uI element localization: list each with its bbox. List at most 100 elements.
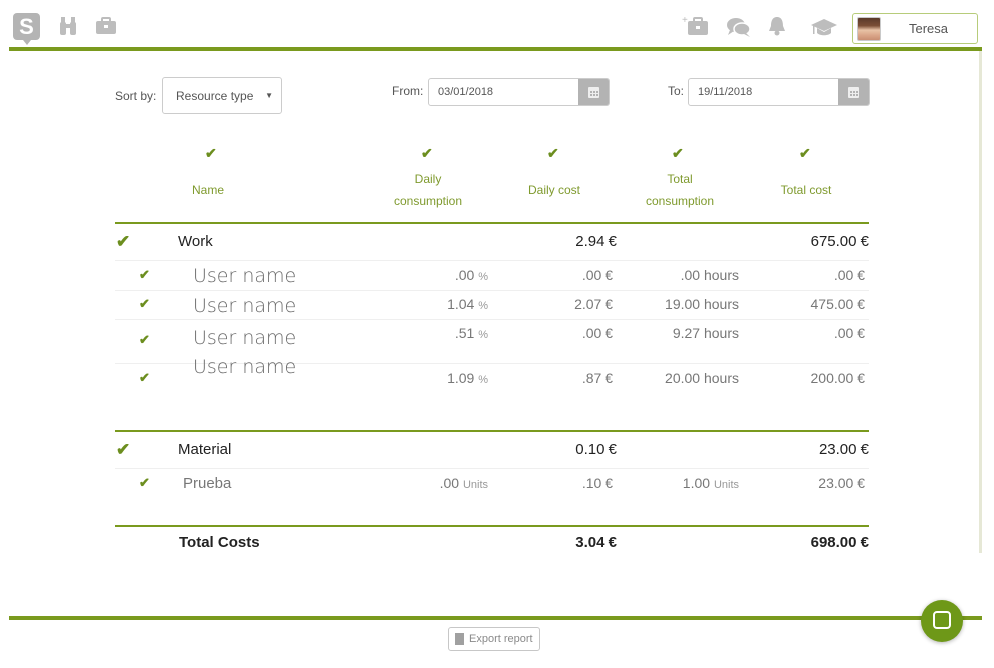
add-briefcase-icon[interactable]: + xyxy=(682,15,712,37)
briefcase-icon[interactable] xyxy=(95,17,117,35)
avatar xyxy=(857,17,881,41)
sort-value: Resource type xyxy=(176,89,254,103)
column-toggle-daily-cost[interactable]: ✔ xyxy=(547,145,559,162)
group-name: Material xyxy=(178,441,232,458)
column-toggle-total-consumption[interactable]: ✔ xyxy=(672,145,684,162)
group-total-cost: 23.00 € xyxy=(818,441,869,458)
group-total-cost: 675.00 € xyxy=(810,233,869,250)
row-total-consumption: 20.00 hours xyxy=(665,370,739,386)
totals-daily-cost: 3.04 € xyxy=(575,534,617,551)
totals-label: Total Costs xyxy=(179,534,260,551)
row-toggle-check[interactable]: ✔ xyxy=(139,370,150,386)
right-scroll-rail xyxy=(979,51,982,553)
value: 1.04 xyxy=(447,296,475,312)
row-daily-consumption: .00 % xyxy=(388,267,488,283)
user-name: Teresa xyxy=(909,21,949,36)
header-line: Total xyxy=(667,172,693,186)
group-daily-cost: 0.10 € xyxy=(575,441,617,458)
header-daily-consumption[interactable]: Daily consumption xyxy=(378,168,478,212)
unit: % xyxy=(478,300,488,312)
from-calendar-button[interactable] xyxy=(578,79,609,105)
row-total-consumption: .00 hours xyxy=(680,267,739,283)
row-name: Prueba xyxy=(183,475,232,492)
header-total-cost[interactable]: Total cost xyxy=(766,179,846,201)
row-daily-cost: .00 € xyxy=(581,325,613,341)
chat-icon xyxy=(933,611,951,629)
row-toggle-check[interactable]: ✔ xyxy=(139,267,150,283)
header-line: Daily xyxy=(414,172,442,186)
header-name[interactable]: Name xyxy=(168,179,248,201)
row-total-cost: 475.00 € xyxy=(810,296,866,312)
from-label: From: xyxy=(392,84,424,98)
footer-divider xyxy=(9,616,982,620)
to-calendar-button[interactable] xyxy=(838,79,869,105)
totals-total-cost: 698.00 € xyxy=(810,534,869,551)
row-divider xyxy=(115,468,869,469)
group-toggle-check[interactable]: ✔ xyxy=(116,440,130,460)
header-line: consumption xyxy=(393,194,463,208)
export-report-button[interactable]: Export report xyxy=(448,627,540,651)
sort-label: Sort by: xyxy=(115,89,157,103)
row-name: User name xyxy=(193,327,297,349)
row-toggle-check[interactable]: ✔ xyxy=(139,475,150,491)
row-toggle-check[interactable]: ✔ xyxy=(139,332,150,348)
row-daily-cost: .87 € xyxy=(581,370,613,386)
header-total-consumption[interactable]: Total consumption xyxy=(630,168,730,212)
graduation-cap-icon[interactable] xyxy=(810,17,838,37)
header-divider-line xyxy=(115,222,869,224)
chevron-down-icon: ▼ xyxy=(265,91,273,100)
row-name: User name xyxy=(193,295,297,317)
from-date-input[interactable]: 03/01/2018 xyxy=(428,78,610,106)
row-daily-consumption: .51 % xyxy=(388,325,488,341)
column-toggle-total-cost[interactable]: ✔ xyxy=(799,145,811,162)
column-toggle-name[interactable]: ✔ xyxy=(205,145,217,162)
row-daily-cost: .00 € xyxy=(581,267,613,283)
svg-text:+: + xyxy=(682,15,688,26)
row-daily-consumption: .00 Units xyxy=(388,475,488,491)
calendar-icon xyxy=(848,87,859,98)
logo-s-icon[interactable]: S xyxy=(13,13,40,45)
row-divider xyxy=(115,290,869,291)
group-name: Work xyxy=(178,233,213,250)
column-toggle-daily-consumption[interactable]: ✔ xyxy=(421,145,433,162)
row-total-consumption: 1.00 Units xyxy=(620,475,739,491)
group-divider-line xyxy=(115,430,869,432)
unit: % xyxy=(478,374,488,386)
totals-divider-line xyxy=(115,525,869,527)
header-daily-cost[interactable]: Daily cost xyxy=(514,179,594,201)
bell-icon[interactable] xyxy=(767,15,787,37)
sort-by-select[interactable]: Resource type ▼ xyxy=(162,77,282,114)
header-line: consumption xyxy=(645,194,715,208)
document-icon xyxy=(455,633,464,645)
row-divider xyxy=(115,260,869,261)
value: .00 xyxy=(454,267,475,283)
group-toggle-check[interactable]: ✔ xyxy=(116,232,130,252)
row-name: User name xyxy=(193,265,297,287)
to-date-input[interactable]: 19/11/2018 xyxy=(688,78,870,106)
group-daily-cost: 2.94 € xyxy=(575,233,617,250)
unit: Units xyxy=(713,479,739,491)
header-divider xyxy=(9,47,982,51)
row-total-consumption: 9.27 hours xyxy=(672,325,739,341)
value: .51 xyxy=(454,325,475,341)
binoculars-icon[interactable] xyxy=(58,16,78,36)
to-label: To: xyxy=(668,84,685,98)
calendar-icon xyxy=(588,87,599,98)
row-daily-consumption: 1.04 % xyxy=(388,296,488,312)
row-toggle-check[interactable]: ✔ xyxy=(139,296,150,312)
unit: % xyxy=(478,329,488,341)
value: 1.00 xyxy=(682,475,711,491)
value: .00 xyxy=(439,475,460,491)
export-report-label: Export report xyxy=(469,633,533,645)
chat-bubbles-icon[interactable] xyxy=(726,16,752,38)
from-date-value: 03/01/2018 xyxy=(438,86,494,98)
user-menu-button[interactable]: Teresa xyxy=(852,13,978,44)
row-total-consumption: 19.00 hours xyxy=(665,296,739,312)
row-divider xyxy=(115,319,869,320)
row-daily-cost: .10 € xyxy=(581,475,613,491)
value: 1.09 xyxy=(447,370,475,386)
chat-widget-button[interactable] xyxy=(921,600,963,642)
to-date-value: 19/11/2018 xyxy=(698,86,753,98)
row-total-cost: 200.00 € xyxy=(810,370,866,386)
row-daily-cost: 2.07 € xyxy=(574,296,613,312)
